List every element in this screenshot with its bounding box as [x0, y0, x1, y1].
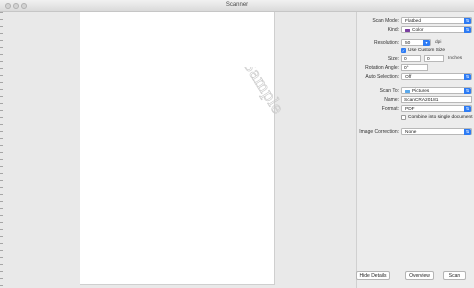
scan-preview-area[interactable]: Sample [0, 12, 356, 288]
combine-row: Combine into single document [357, 114, 474, 122]
overview-button[interactable]: Overview [405, 271, 434, 280]
hide-details-button[interactable]: Hide Details [356, 271, 390, 280]
format-popup[interactable]: PDF ⇅ [401, 105, 472, 112]
resolution-combo[interactable]: 50 ▾ [401, 39, 431, 46]
size-row: Size: 0 0 Inches [357, 55, 474, 63]
kind-row: Kind: Color ⇅ [357, 26, 474, 34]
scan-to-popup[interactable]: Pictures ⇅ [401, 87, 472, 94]
name-row: Name: ScanCRA20181 [357, 96, 474, 104]
format-label: Format: [381, 106, 399, 112]
scan-to-label: Scan To: [379, 88, 399, 94]
preview-ruler [0, 12, 3, 288]
scanned-page[interactable]: Sample [80, 12, 288, 285]
resolution-value: 50 [405, 41, 411, 46]
kind-popup[interactable]: Color ⇅ [401, 26, 472, 33]
color-swatch-icon [405, 28, 410, 32]
rotation-angle-field[interactable]: 0° [401, 64, 428, 71]
custom-size-row: ✓ Use Custom Size [357, 47, 474, 55]
size-unit-popup[interactable]: Inches [448, 56, 462, 61]
chevron-up-down-icon: ⇅ [464, 106, 471, 112]
rotation-row: Rotation Angle: 0° [357, 64, 474, 72]
image-correction-popup[interactable]: None ⇅ [401, 128, 472, 135]
scan-mode-value: Flatbed [405, 19, 421, 24]
image-correction-label: Image Correction: [359, 129, 399, 135]
auto-selection-popup[interactable]: Off ⇅ [401, 73, 472, 80]
name-field[interactable]: ScanCRA20181 [401, 96, 472, 103]
format-value: PDF [405, 107, 415, 112]
chevron-up-down-icon: ⇅ [464, 129, 471, 135]
title-bar: Scanner [0, 0, 474, 12]
scan-to-value: Pictures [412, 89, 430, 94]
details-panel: Scan Mode: Flatbed ⇅ Kind: Color ⇅ Resol… [356, 12, 474, 288]
window-title: Scanner [225, 2, 249, 8]
resolution-unit: dpi [435, 40, 442, 45]
format-row: Format: PDF ⇅ [357, 105, 474, 113]
size-width-field[interactable]: 0 [401, 55, 421, 62]
svg-text:Sample: Sample [240, 67, 288, 117]
resolution-label: Resolution: [373, 40, 399, 46]
resolution-row: Resolution: 50 ▾ dpi [357, 39, 474, 47]
scan-mode-row: Scan Mode: Flatbed ⇅ [357, 17, 474, 25]
size-height-value: 0 [427, 57, 430, 62]
chevron-up-down-icon: ⇅ [464, 18, 471, 24]
auto-selection-row: Auto Selection: Off ⇅ [357, 73, 474, 81]
auto-selection-value: Off [405, 75, 412, 80]
scan-mode-popup[interactable]: Flatbed ⇅ [401, 17, 472, 24]
chevron-up-down-icon: ⇅ [464, 74, 471, 80]
image-correction-row: Image Correction: None ⇅ [357, 128, 474, 136]
auto-selection-label: Auto Selection: [365, 74, 399, 80]
size-width-value: 0 [404, 57, 407, 62]
scan-button[interactable]: Scan [443, 271, 466, 280]
use-custom-size-label: Use Custom Size [408, 48, 446, 53]
chevron-up-down-icon: ⇅ [464, 88, 471, 94]
combine-checkbox[interactable] [401, 115, 406, 120]
name-label: Name: [384, 97, 399, 103]
sample-watermark: Sample [239, 67, 288, 117]
use-custom-size-checkbox[interactable]: ✓ [401, 48, 406, 53]
rotation-label: Rotation Angle: [365, 65, 399, 71]
chevron-up-down-icon: ⇅ [464, 27, 471, 33]
rotation-value: 0° [404, 66, 409, 71]
size-label: Size: [387, 56, 399, 62]
image-correction-value: None [405, 130, 417, 135]
name-value: ScanCRA20181 [404, 98, 439, 103]
scan-to-row: Scan To: Pictures ⇅ [357, 87, 474, 95]
size-height-field[interactable]: 0 [424, 55, 444, 62]
kind-label: Kind: [387, 27, 399, 33]
chevron-down-icon: ▾ [423, 40, 430, 46]
kind-value: Color [412, 28, 424, 33]
scan-mode-label: Scan Mode: [372, 18, 399, 24]
folder-icon [405, 89, 410, 93]
combine-label: Combine into single document [408, 115, 473, 120]
